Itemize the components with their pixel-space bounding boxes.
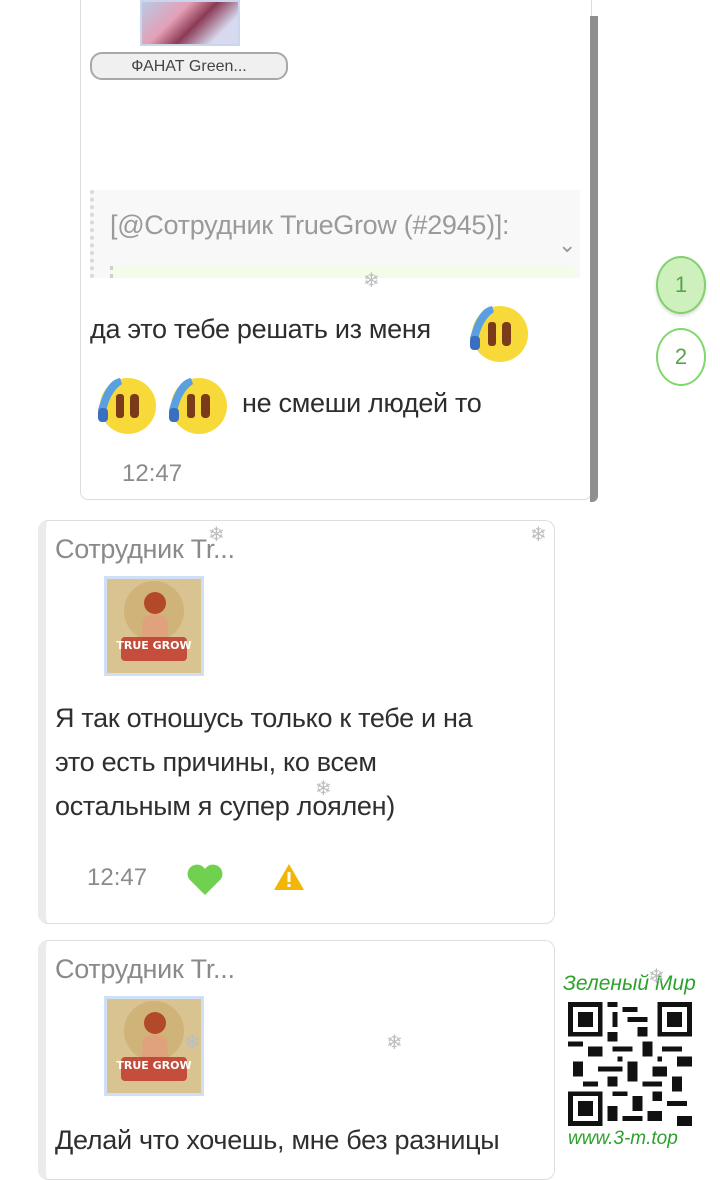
author-avatar[interactable] bbox=[140, 0, 240, 46]
message-text-line: это есть причины, ко всем bbox=[55, 747, 377, 777]
heart-icon[interactable] bbox=[186, 864, 224, 896]
quote-strip bbox=[110, 266, 573, 278]
logo-caption: TRUE GROW bbox=[116, 639, 191, 652]
message-text: Я так отношусь только к тебе и на это ес… bbox=[55, 696, 473, 828]
laughing-emoji-icon bbox=[169, 378, 227, 434]
logo-caption: TRUE GROW bbox=[116, 1059, 191, 1072]
warning-icon[interactable] bbox=[272, 862, 306, 892]
message-text-line: да это тебе решать из меня bbox=[90, 314, 431, 344]
page-button-2[interactable]: 2 bbox=[656, 328, 706, 386]
author-avatar[interactable]: TRUE GROW bbox=[104, 576, 204, 676]
message-text-line: Я так отношусь только к тебе и на bbox=[55, 703, 473, 733]
author-name-button[interactable]: ФАНАТ Green... bbox=[90, 52, 288, 80]
snowflake-icon: ❄ bbox=[530, 524, 547, 546]
message-text-line: не смеши людей то bbox=[242, 388, 482, 418]
author-name[interactable]: Сотрудник Tr... bbox=[55, 534, 235, 565]
quote-text: [@Сотрудник TrueGrow (#2945)]: bbox=[110, 210, 510, 240]
qr-code-icon bbox=[568, 1002, 692, 1126]
laughing-emoji-icon bbox=[470, 306, 528, 362]
watermark-url: www.3-m.top bbox=[568, 1128, 678, 1149]
message-text-line: Делай что хочешь, мне без разницы bbox=[55, 1125, 500, 1155]
message-time: 12:47 bbox=[87, 864, 148, 891]
snowflake-icon: ❄ bbox=[648, 966, 665, 988]
laughing-emoji-icon bbox=[98, 378, 156, 434]
message-text-line: остальным я супер лоялен) bbox=[55, 791, 395, 821]
chevron-down-icon[interactable]: ⌄ bbox=[558, 232, 576, 258]
message-time: 12:47 bbox=[122, 460, 183, 487]
snowflake-icon: ❄ bbox=[363, 270, 380, 292]
snowflake-icon: ❄ bbox=[184, 1032, 201, 1054]
page-button-1[interactable]: 1 bbox=[656, 256, 706, 314]
snowflake-icon: ❄ bbox=[315, 778, 332, 800]
watermark-title: Зеленый Мир bbox=[563, 972, 696, 995]
truegrow-logo-icon: TRUE GROW bbox=[107, 579, 201, 673]
snowflake-icon: ❄ bbox=[386, 1032, 403, 1054]
message-card-edge bbox=[590, 16, 598, 502]
author-name[interactable]: Сотрудник Tr... bbox=[55, 954, 235, 985]
